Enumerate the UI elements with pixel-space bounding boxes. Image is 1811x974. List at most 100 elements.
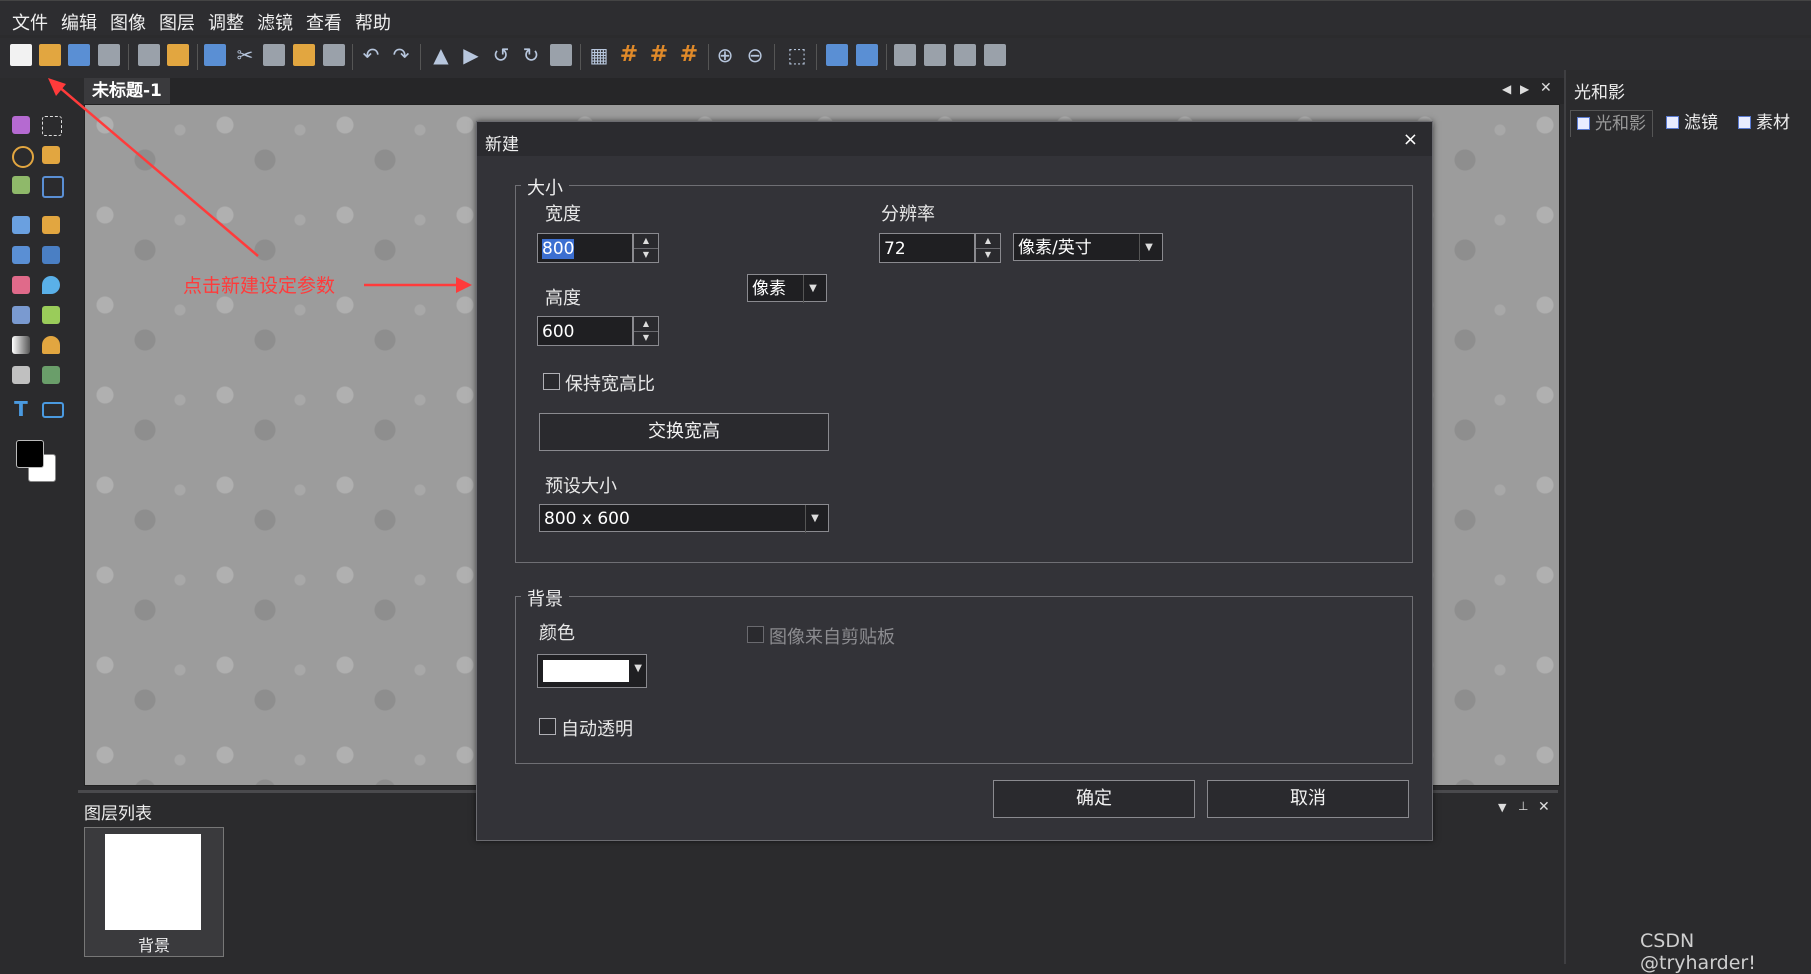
preset-select[interactable]: 800 x 600 ▼ [539,504,829,533]
save-as-icon[interactable] [98,44,120,66]
width-spinner[interactable]: ▲ ▼ [633,233,659,263]
marquee-tool-icon[interactable] [42,116,62,136]
free-transform-icon[interactable] [550,44,572,66]
flip-horizontal-icon[interactable]: ▶ [460,44,482,66]
background-group [515,596,1413,764]
tab-filters[interactable]: 滤镜 [1660,110,1718,136]
menu-layer[interactable]: 图层 [159,9,195,35]
menu-adjust[interactable]: 调整 [208,9,244,35]
clear-icon[interactable] [323,44,345,66]
tab-close-icon[interactable]: ✕ [1540,80,1552,96]
grid-orange-1-icon[interactable]: # [618,44,640,66]
spin-up-icon[interactable]: ▲ [976,234,1000,249]
copy-icon[interactable] [204,44,226,66]
move-tool-icon[interactable] [12,116,30,134]
foreground-color-swatch[interactable] [16,440,44,468]
line-tool-icon[interactable] [12,246,30,264]
tab-light-shadow[interactable]: 光和影 [1570,110,1653,137]
open-folder-icon[interactable] [39,44,61,66]
image-tool-icon[interactable] [42,366,60,384]
preset-value: 800 x 600 [544,509,630,529]
tab-prev-icon[interactable]: ◀ [1502,82,1511,96]
toolbar-separator [816,44,817,70]
zoom-out-icon[interactable]: ⊖ [744,44,766,66]
grid-icon[interactable]: ▦ [588,44,610,66]
menu-file[interactable]: 文件 [12,9,48,35]
align-left-icon[interactable] [894,44,916,66]
spin-down-icon[interactable]: ▼ [634,248,658,262]
brush-tool-icon[interactable] [42,246,60,264]
rotate-right-icon[interactable]: ↻ [520,44,542,66]
select-pointer-icon[interactable]: ⬚ [786,44,808,66]
toolbar-separator [197,44,198,70]
save-icon[interactable] [68,44,90,66]
grid-orange-3-icon[interactable]: # [678,44,700,66]
height-input[interactable]: 600 [537,316,633,346]
tab-next-icon[interactable]: ▶ [1520,82,1529,96]
text-tool-icon[interactable]: T [12,399,30,419]
paste-new-icon[interactable] [293,44,315,66]
eraser-tool-icon[interactable] [12,276,30,294]
fit-screen-icon[interactable] [826,44,848,66]
menu-image[interactable]: 图像 [110,9,146,35]
menu-filter[interactable]: 滤镜 [257,9,293,35]
grid-orange-2-icon[interactable]: # [648,44,670,66]
unit-select[interactable]: 像素 ▼ [747,274,827,303]
align-right-icon[interactable] [954,44,976,66]
fill-bucket-icon[interactable] [12,306,30,324]
spin-down-icon[interactable]: ▼ [976,248,1000,262]
flip-vertical-icon[interactable]: ▲ [430,44,452,66]
resolution-spinner[interactable]: ▲ ▼ [975,233,1001,263]
blur-tool-icon[interactable] [42,276,60,294]
crop-tool-icon[interactable] [42,176,64,198]
redo-icon[interactable]: ↷ [390,44,412,66]
lasso-tool-icon[interactable] [12,146,34,168]
zoom-in-icon[interactable]: ⊕ [714,44,736,66]
menu-help[interactable]: 帮助 [355,9,391,35]
right-panel-title: 光和影 [1574,83,1625,103]
gradient-tool-icon[interactable] [12,336,30,354]
resolution-input[interactable]: 72 [879,233,975,263]
document-tab[interactable]: 未标题-1 [84,78,170,104]
cancel-button[interactable]: 取消 [1207,780,1409,818]
paste-icon[interactable] [263,44,285,66]
stamp-tool-icon[interactable] [42,336,60,354]
rectangle-tool-icon[interactable] [42,402,64,418]
menu-edit[interactable]: 编辑 [61,9,97,35]
background-color-picker[interactable]: ▼ [537,654,647,688]
print-icon[interactable] [138,44,160,66]
layer-item[interactable]: 背景 [84,827,224,957]
cut-icon[interactable]: ✂ [234,44,256,66]
panel-close-icon[interactable]: ✕ [1538,799,1550,815]
pin-icon[interactable]: ⊥ [1518,799,1528,813]
panel-menu-icon[interactable]: ▼ [1498,801,1506,814]
menu-view[interactable]: 查看 [306,9,342,35]
actual-size-icon[interactable] [856,44,878,66]
ok-button[interactable]: 确定 [993,780,1195,818]
toolbar-separator [774,44,775,70]
new-document-icon[interactable] [10,44,32,66]
polygon-lasso-icon[interactable] [12,176,30,194]
resolution-unit-select[interactable]: 像素/英寸 ▼ [1013,233,1163,262]
dropper-tool-icon[interactable] [42,306,60,324]
email-icon[interactable] [167,44,189,66]
width-input[interactable]: 800 [537,233,633,263]
spin-up-icon[interactable]: ▲ [634,317,658,332]
swap-dimensions-button[interactable]: 交换宽高 [539,413,829,451]
auto-transparent-checkbox[interactable] [539,718,556,735]
smudge-tool-icon[interactable] [12,366,30,384]
height-spinner[interactable]: ▲ ▼ [633,316,659,346]
undo-icon[interactable]: ↶ [360,44,382,66]
size-group-legend: 大小 [521,174,569,200]
align-top-icon[interactable] [924,44,946,66]
keep-ratio-checkbox[interactable] [543,373,560,390]
pen-tool-icon[interactable] [12,216,30,234]
spin-down-icon[interactable]: ▼ [634,331,658,345]
close-icon[interactable]: × [1403,129,1418,150]
magic-wand-icon[interactable] [42,146,60,164]
align-bottom-icon[interactable] [984,44,1006,66]
spin-up-icon[interactable]: ▲ [634,234,658,249]
rotate-left-icon[interactable]: ↺ [490,44,512,66]
tab-materials[interactable]: 素材 [1732,110,1790,136]
pencil-tool-icon[interactable] [42,216,60,234]
